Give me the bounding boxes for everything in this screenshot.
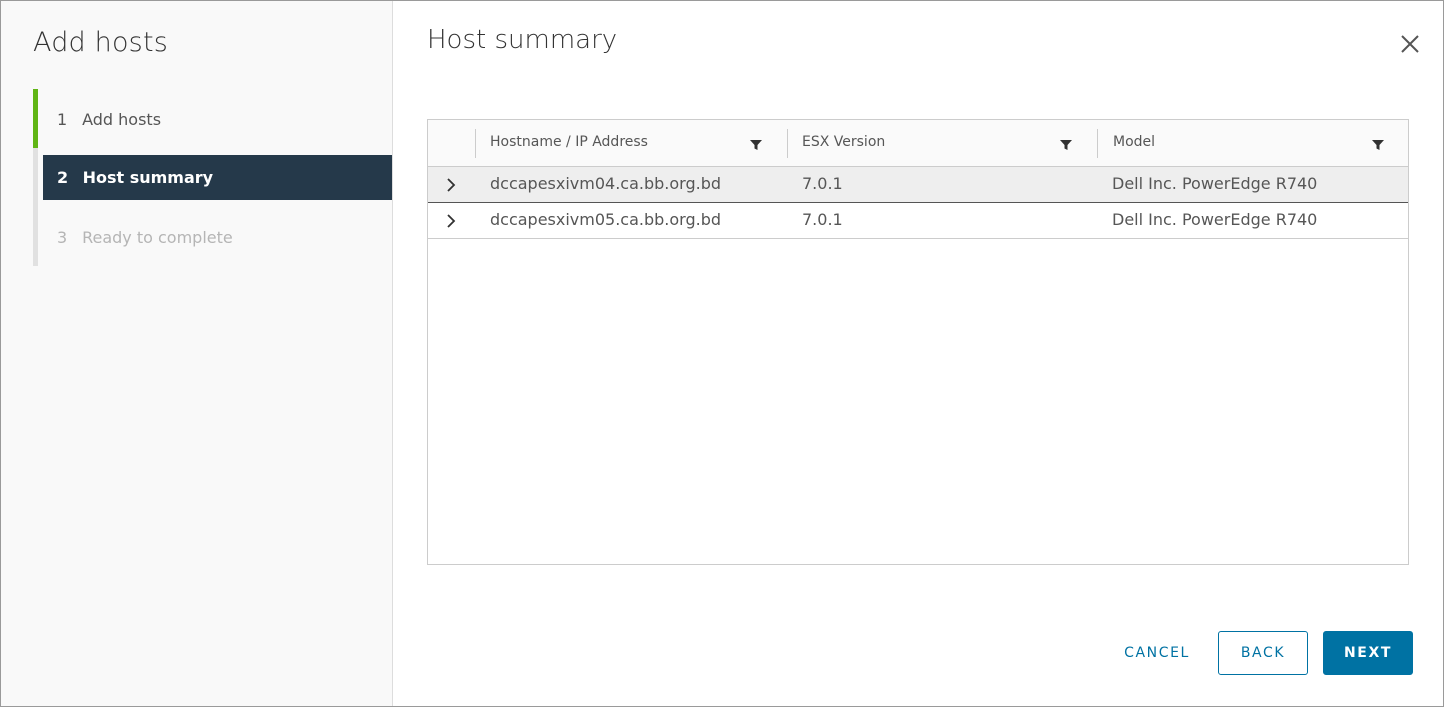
filter-icon[interactable] xyxy=(1372,139,1384,151)
column-header-esx-version[interactable]: ESX Version xyxy=(802,134,885,150)
step-number: 1 xyxy=(57,110,68,129)
model-cell: Dell Inc. PowerEdge R740 xyxy=(1112,174,1318,193)
chevron-right-icon[interactable] xyxy=(442,176,460,194)
hostname-cell: dccapesxivm04.ca.bb.org.bd xyxy=(490,174,722,193)
close-button[interactable] xyxy=(1397,31,1423,57)
step-add-hosts[interactable]: 1 Add hosts xyxy=(43,97,392,142)
grid-header: Hostname / IP Address ESX Version Model xyxy=(428,120,1408,167)
step-ready-to-complete: 3 Ready to complete xyxy=(43,215,392,260)
wizard-title: Add hosts xyxy=(33,27,169,58)
close-icon xyxy=(1401,35,1419,53)
cancel-button[interactable]: CANCEL xyxy=(1109,631,1205,675)
step-host-summary[interactable]: 2 Host summary xyxy=(43,155,392,200)
add-hosts-dialog: Add hosts 1 Add hosts 2 Host summary 3 R… xyxy=(0,0,1444,707)
page-title: Host summary xyxy=(427,25,618,55)
filter-icon[interactable] xyxy=(750,139,762,151)
host-grid: Hostname / IP Address ESX Version Model … xyxy=(427,119,1409,565)
chevron-right-icon[interactable] xyxy=(442,212,460,230)
next-button[interactable]: NEXT xyxy=(1323,631,1413,675)
table-row[interactable]: dccapesxivm04.ca.bb.org.bd 7.0.1 Dell In… xyxy=(428,167,1408,203)
column-separator xyxy=(475,129,476,158)
version-cell: 7.0.1 xyxy=(802,210,843,229)
filter-icon[interactable] xyxy=(1060,139,1072,151)
column-header-model[interactable]: Model xyxy=(1113,134,1155,150)
model-cell: Dell Inc. PowerEdge R740 xyxy=(1112,210,1318,229)
step-rail-complete xyxy=(33,89,38,148)
step-number: 2 xyxy=(57,168,69,187)
column-header-hostname[interactable]: Hostname / IP Address xyxy=(490,134,648,150)
step-number: 3 xyxy=(57,228,68,247)
wizard-sidebar: Add hosts 1 Add hosts 2 Host summary 3 R… xyxy=(1,1,393,706)
column-separator[interactable] xyxy=(787,129,788,158)
version-cell: 7.0.1 xyxy=(802,174,843,193)
back-button[interactable]: BACK xyxy=(1218,631,1308,675)
step-label: Host summary xyxy=(82,168,214,187)
column-separator[interactable] xyxy=(1097,129,1098,158)
table-row[interactable]: dccapesxivm05.ca.bb.org.bd 7.0.1 Dell In… xyxy=(428,203,1408,239)
step-label: Ready to complete xyxy=(82,228,233,247)
step-label: Add hosts xyxy=(82,110,162,129)
hostname-cell: dccapesxivm05.ca.bb.org.bd xyxy=(490,210,722,229)
